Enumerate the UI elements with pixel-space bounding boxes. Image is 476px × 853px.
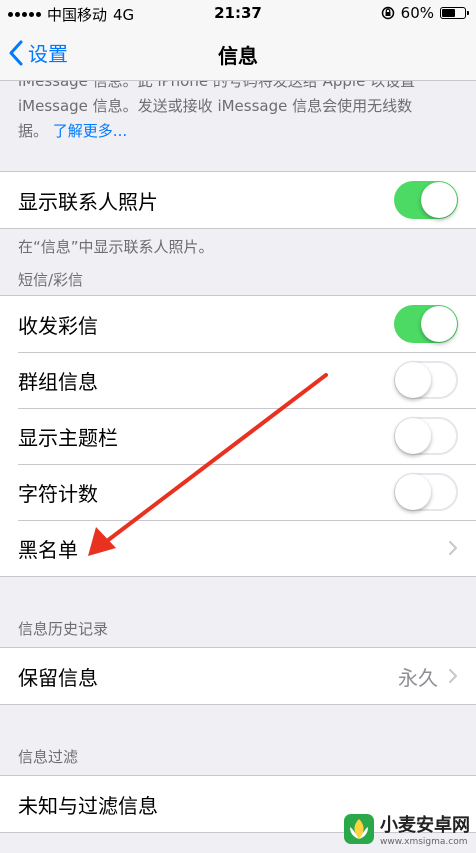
subject-field-label: 显示主题栏 <box>18 425 118 450</box>
watermark-url: www.xmsigma.com <box>380 837 468 847</box>
orientation-lock-icon <box>381 6 394 20</box>
filter-section-header: 信息过滤 <box>18 748 79 766</box>
history-group: 保留信息 永久 <box>0 647 476 705</box>
subject-field-toggle[interactable] <box>394 417 458 455</box>
sms-group: 收发彩信 群组信息 显示主题栏 字符计数 黑名单 <box>0 295 476 577</box>
status-bar: 中国移动 4G 21:37 60% <box>0 0 476 28</box>
imessage-footer: iMessage 信息。此 iPhone 的号码将发送给 Apple 以设置 i… <box>0 81 476 161</box>
blocked-label: 黑名单 <box>18 537 78 562</box>
blocked-row[interactable]: 黑名单 <box>0 520 476 576</box>
keep-messages-label: 保留信息 <box>18 665 98 690</box>
subject-field-row: 显示主题栏 <box>0 408 476 464</box>
footer-line-3: 据。 了解更多... <box>18 119 458 144</box>
watermark-logo-icon <box>344 814 374 844</box>
group-messaging-label: 群组信息 <box>18 369 98 394</box>
character-count-label: 字符计数 <box>18 481 98 506</box>
sms-section-header: 短信/彩信 <box>18 271 84 289</box>
footer-line-2: iMessage 信息。发送或接收 iMessage 信息会使用无线数 <box>18 97 413 115</box>
mms-toggle[interactable] <box>394 305 458 343</box>
chevron-right-icon <box>449 669 457 683</box>
character-count-row: 字符计数 <box>0 464 476 520</box>
contact-photos-label: 显示联系人照片 <box>18 189 158 214</box>
keep-messages-row[interactable]: 保留信息 永久 <box>0 648 476 704</box>
battery-icon <box>440 7 469 19</box>
watermark: 小麦安卓网 www.xmsigma.com <box>342 811 470 847</box>
battery-percent: 60% <box>400 4 434 22</box>
settings-content: iMessage 信息。此 iPhone 的号码将发送给 Apple 以设置 i… <box>0 81 476 833</box>
status-right: 60% <box>381 4 469 22</box>
contact-photos-row: 显示联系人照片 <box>0 172 476 228</box>
group-messaging-row: 群组信息 <box>0 352 476 408</box>
page-title: 信息 <box>218 44 258 68</box>
contact-photos-toggle[interactable] <box>394 181 458 219</box>
navigation-bar: 设置 信息 <box>0 28 476 81</box>
character-count-toggle[interactable] <box>394 473 458 511</box>
contact-photos-footer: 在“信息”中显示联系人照片。 <box>18 238 214 256</box>
unknown-filter-label: 未知与过滤信息 <box>18 793 158 818</box>
watermark-title: 小麦安卓网 <box>380 815 470 836</box>
keep-messages-value: 永久 <box>398 665 438 690</box>
footer-line-3-text: 据。 <box>18 122 49 140</box>
mms-row: 收发彩信 <box>0 296 476 352</box>
chevron-right-icon <box>449 541 457 555</box>
history-section-header: 信息历史记录 <box>18 620 109 638</box>
footer-line-1: iMessage 信息。此 iPhone 的号码将发送给 Apple 以设置 <box>18 81 416 90</box>
mms-label: 收发彩信 <box>18 313 98 338</box>
learn-more-link[interactable]: 了解更多... <box>53 122 127 140</box>
contact-photos-group: 显示联系人照片 <box>0 171 476 229</box>
group-messaging-toggle[interactable] <box>394 361 458 399</box>
